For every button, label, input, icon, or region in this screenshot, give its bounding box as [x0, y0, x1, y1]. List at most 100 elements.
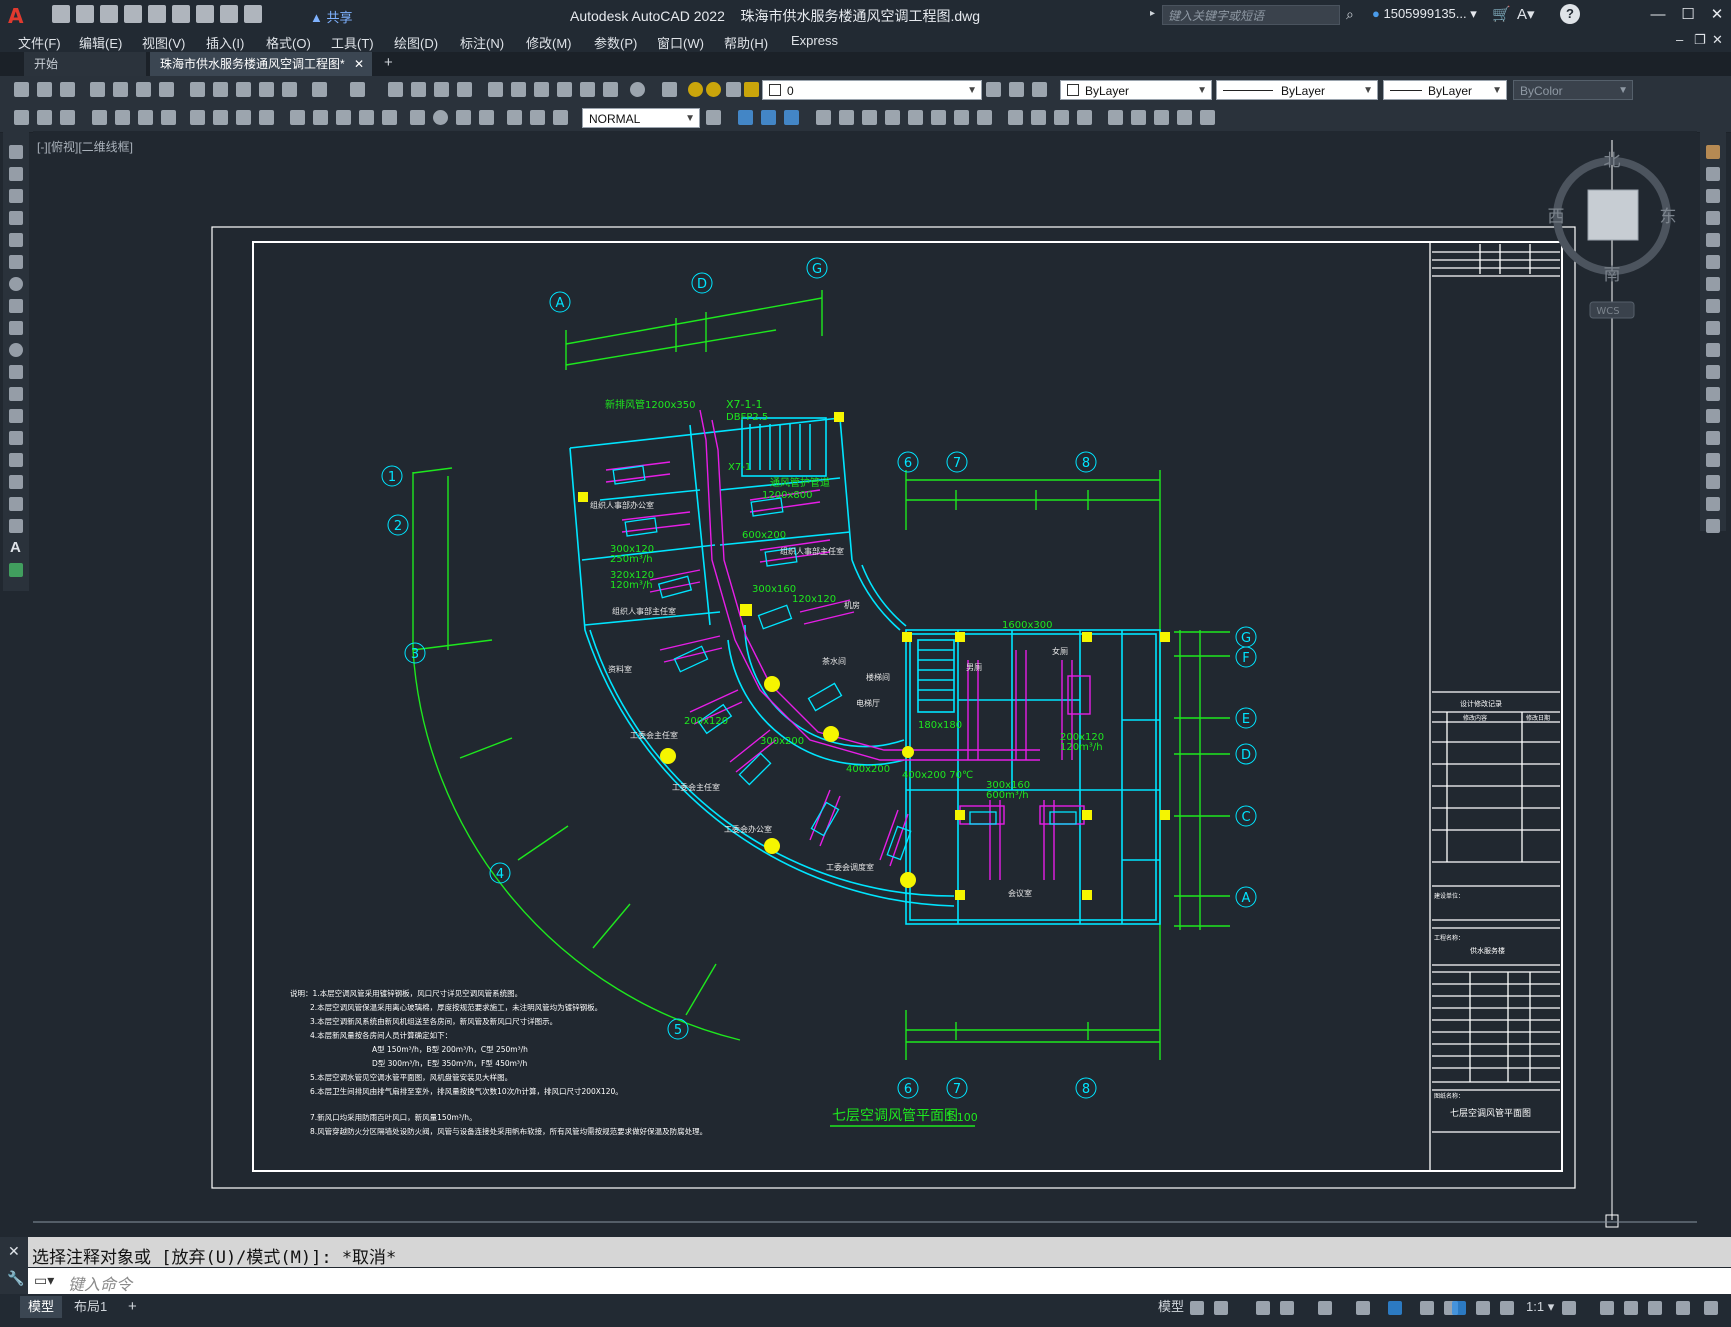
tool-icon-1[interactable]	[14, 110, 29, 125]
make-current-icon[interactable]	[986, 82, 1001, 97]
ellipse-arc-icon[interactable]	[9, 365, 23, 379]
pan-icon[interactable]	[388, 82, 403, 97]
dim-text-edit-icon[interactable]	[530, 110, 545, 125]
stretch-icon[interactable]	[1706, 321, 1720, 335]
user-account[interactable]: ● 1505999135... ▾	[1372, 6, 1477, 22]
undo-icon[interactable]	[220, 5, 238, 23]
break-at-point-icon[interactable]	[1706, 387, 1720, 401]
group-icon-1[interactable]	[1008, 110, 1023, 125]
arc-icon[interactable]	[9, 255, 23, 269]
compass-south[interactable]: 南	[1604, 265, 1621, 285]
paste-icon[interactable]	[236, 82, 251, 97]
layer-state-icon[interactable]	[1032, 82, 1047, 97]
draw-order-icon-4[interactable]	[885, 110, 900, 125]
blend-icon[interactable]	[1706, 497, 1720, 511]
dim-continue-icon[interactable]	[336, 110, 351, 125]
isodraft-icon[interactable]	[1318, 1301, 1332, 1315]
rectangle-icon[interactable]	[9, 233, 23, 247]
offset-icon[interactable]	[1706, 211, 1720, 225]
ellipse-icon[interactable]	[9, 343, 23, 357]
copy-icon[interactable]	[213, 82, 228, 97]
dimstyle-manager-icon[interactable]	[706, 110, 721, 125]
sheetset-icon[interactable]	[557, 82, 572, 97]
menu-window[interactable]: 窗口(W)	[657, 33, 704, 52]
quick-dim-icon[interactable]	[290, 110, 305, 125]
viewcube-face[interactable]	[1587, 189, 1639, 241]
autodesk-app-icon[interactable]: A▾	[1517, 5, 1535, 23]
draw-order-icon-3[interactable]	[862, 110, 877, 125]
block-editor-icon[interactable]	[282, 82, 297, 97]
mirror-icon[interactable]	[1706, 189, 1720, 203]
doc-minimize-button[interactable]: –	[1676, 32, 1683, 47]
construction-line-icon[interactable]	[9, 167, 23, 181]
tab-layout1[interactable]: 布局1	[66, 1296, 115, 1318]
layer-dropdown[interactable]: 0 ▼	[762, 80, 982, 100]
copy-object-icon[interactable]	[1706, 167, 1720, 181]
properties-icon[interactable]	[488, 82, 503, 97]
quick-properties-icon[interactable]	[1648, 1301, 1662, 1315]
extend-icon[interactable]	[1706, 365, 1720, 379]
add-selected-icon[interactable]	[9, 563, 23, 577]
move-icon[interactable]	[1706, 255, 1720, 269]
join-icon[interactable]	[1706, 431, 1720, 445]
save-icon[interactable]	[100, 5, 118, 23]
annotation-scale-button[interactable]: 1:1 ▾	[1518, 1296, 1562, 1318]
menu-format[interactable]: 格式(O)	[266, 33, 311, 52]
dim-arc-icon[interactable]	[138, 110, 153, 125]
polygon-icon[interactable]	[9, 211, 23, 225]
save-web-icon[interactable]	[172, 5, 190, 23]
expand-search-icon[interactable]: ▸	[1150, 8, 1155, 19]
dim-linear-icon[interactable]	[92, 110, 107, 125]
center-mark-icon[interactable]	[433, 110, 448, 125]
revision-cloud-icon[interactable]	[9, 299, 23, 313]
close-button[interactable]: ✕	[1703, 4, 1731, 26]
drawing-viewport[interactable]: 设计修改记录 修改内容 修改日期 建设单位： 工程名称： 供水服务楼 图纸名称：…	[33, 131, 1697, 1230]
dim-aligned-icon[interactable]	[115, 110, 130, 125]
redo-icon[interactable]	[244, 5, 262, 23]
compass-north[interactable]: 北	[1604, 151, 1621, 171]
plot-icon[interactable]	[90, 82, 105, 97]
draw-order-icon-7[interactable]	[954, 110, 969, 125]
modify-icon-3[interactable]	[784, 110, 799, 125]
layer-previous-icon[interactable]	[1009, 82, 1024, 97]
cut-icon[interactable]	[190, 82, 205, 97]
zoom-realtime-icon[interactable]	[411, 82, 426, 97]
menu-express[interactable]: Express	[791, 33, 838, 48]
clean-screen-icon[interactable]	[1676, 1301, 1690, 1315]
gradient-icon[interactable]	[9, 475, 23, 489]
group-icon-4[interactable]	[1077, 110, 1092, 125]
menu-edit[interactable]: 编辑(E)	[79, 33, 122, 52]
3dprint-icon[interactable]	[159, 82, 174, 97]
design-center-icon[interactable]	[511, 82, 526, 97]
command-line-handle[interactable]: ✕ 🔧	[0, 1237, 28, 1294]
menu-help[interactable]: 帮助(H)	[724, 33, 768, 52]
units-icon[interactable]	[1624, 1301, 1638, 1315]
close-tab-icon[interactable]: ✕	[354, 52, 364, 76]
workspace-gear-icon[interactable]	[1562, 1301, 1576, 1315]
layer-lock-icon[interactable]	[744, 82, 759, 97]
open-icon[interactable]	[37, 82, 52, 97]
zoom-previous-icon[interactable]	[457, 82, 472, 97]
help-icon[interactable]: ?	[1560, 4, 1580, 24]
open-icon[interactable]	[76, 5, 94, 23]
object-snap-icon[interactable]	[1388, 1301, 1402, 1315]
annotation-monitor-icon[interactable]	[1600, 1301, 1614, 1315]
break-icon[interactable]	[1706, 409, 1720, 423]
menu-tools[interactable]: 工具(T)	[331, 33, 374, 52]
customization-icon[interactable]	[1704, 1301, 1718, 1315]
group-icon-2[interactable]	[1031, 110, 1046, 125]
help-toolbar-icon[interactable]	[630, 82, 645, 97]
draw-order-icon-8[interactable]	[977, 110, 992, 125]
tool-icon-2[interactable]	[37, 110, 52, 125]
chamfer-icon[interactable]	[1706, 453, 1720, 467]
doc-restore-button[interactable]: ❐	[1694, 32, 1706, 48]
maximize-button[interactable]: ☐	[1674, 4, 1702, 26]
erase-icon[interactable]	[1706, 145, 1720, 159]
viewport-controls-label[interactable]: [-][俯视][二维线框]	[37, 138, 133, 155]
add-layout-icon[interactable]: +	[120, 1296, 145, 1318]
menu-insert[interactable]: 插入(I)	[206, 33, 244, 52]
dim-jogged-icon[interactable]	[213, 110, 228, 125]
dim-angular-icon[interactable]	[259, 110, 274, 125]
tab-model[interactable]: 模型	[20, 1296, 63, 1318]
undo-icon[interactable]	[312, 82, 327, 97]
